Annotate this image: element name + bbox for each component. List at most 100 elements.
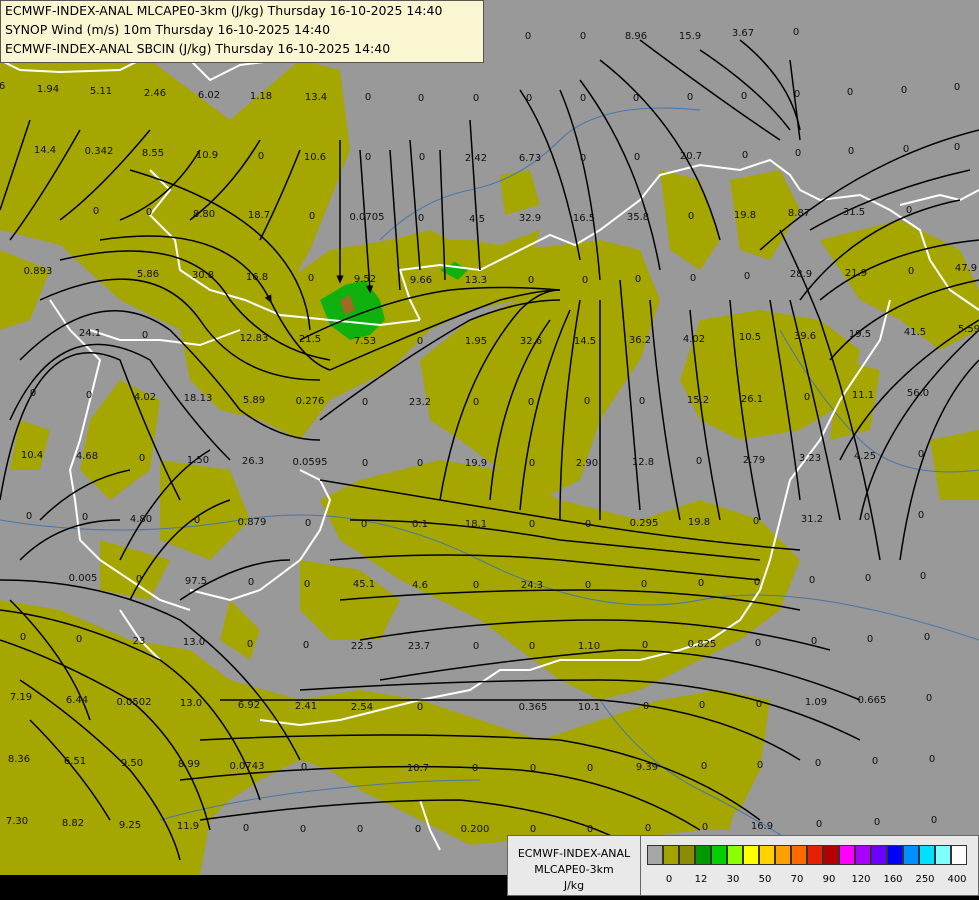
grid-value-label: 16.8 [246,272,268,283]
legend-swatch [679,845,695,865]
legend-swatch [823,845,839,865]
grid-value-label: 6.02 [198,90,220,101]
grid-value-label: 9.39 [636,762,658,773]
grid-value-label: 0 [699,700,705,711]
grid-value-label: 0 [258,151,264,162]
legend-tick-label: 30 [726,874,740,885]
grid-value-label: 0 [696,456,702,467]
grid-value-label: 23.2 [409,397,431,408]
grid-value-label: 56.0 [907,388,929,399]
grid-value-label: 0 [754,577,760,588]
grid-value-label: 14.4 [34,145,56,156]
grid-value-label: 0 [194,515,200,526]
grid-value-label: 4.5 [469,214,485,225]
grid-value-label: 0 [903,144,909,155]
legend-parameter: MLCAPE0-3km [534,863,614,876]
grid-value-label: 5.86 [137,269,159,280]
grid-value-label: 2.79 [743,455,765,466]
grid-value-label: 7.53 [354,336,376,347]
header-line-1: ECMWF-INDEX-ANAL MLCAPE0-3km (J/kg) Thur… [5,3,443,18]
grid-value-label: 0 [415,824,421,835]
grid-value-label: 0 [303,640,309,651]
grid-value-label: 0 [528,397,534,408]
grid-value-label: 0 [243,823,249,834]
grid-value-label: 0 [690,273,696,284]
grid-value-label: 0 [587,763,593,774]
grid-value-label: 15.2 [687,395,709,406]
grid-value-label: 0 [793,27,799,38]
grid-value-label: 0 [587,824,593,835]
grid-value-label: 0 [580,31,586,42]
legend-swatch [935,845,951,865]
grid-value-label: 0 [645,823,651,834]
grid-value-label: 0.295 [630,518,659,529]
legend-ticks: 0 12 30 50 70 90 120 160 250 400 [647,874,977,888]
legend-tick-label: 90 [822,874,836,885]
grid-value-label: 0 [300,824,306,835]
grid-value-label: 0 [417,336,423,347]
grid-value-label: 4.02 [134,392,156,403]
grid-value-label: 0.200 [461,824,490,835]
grid-value-label: 0 [365,152,371,163]
grid-value-label: 18.13 [184,393,213,404]
grid-value-label: 0 [906,205,912,216]
grid-value-label: 2.41 [295,701,317,712]
grid-value-label: 0 [757,760,763,771]
grid-value-label: 24.1 [79,328,101,339]
grid-value-label: 8.55 [142,148,164,159]
grid-value-label: 32.9 [519,213,541,224]
grid-value-label: 36.2 [629,335,651,346]
grid-value-label: 10.5 [739,332,761,343]
grid-value-label: 0.005 [69,573,98,584]
grid-value-label: 23.7 [408,641,430,652]
grid-value-label: 1.18 [250,91,272,102]
grid-value-label: 6 [0,81,5,92]
grid-value-label: 0 [26,511,32,522]
grid-value-label: 4.02 [683,334,705,345]
grid-value-label: 4.25 [854,451,876,462]
grid-value-label: 11.9 [177,821,199,832]
weather-map[interactable]: 0 0 0 0 0 0 0 0 0 0 8.96 15.9 3.67 0 1.94 5.11 2.46 6.02 1… [0,0,979,900]
grid-value-label: 10.9 [196,150,218,161]
grid-value-label: 0 [634,152,640,163]
grid-value-label: 18.1 [465,519,487,530]
legend-swatch [743,845,759,865]
grid-value-label: 0 [473,641,479,652]
grid-value-label: 0 [528,275,534,286]
grid-value-label: 19.9 [465,458,487,469]
grid-value-label: 0 [744,271,750,282]
header-line-2: SYNOP Wind (m/s) 10m Thursday 16-10-2025… [5,22,331,37]
grid-value-label: 0.0595 [293,457,328,468]
grid-value-label: 0 [146,207,152,218]
grid-value-label: 10.4 [21,450,43,461]
legend-swatch [711,845,727,865]
grid-value-label: 8.87 [788,208,810,219]
grid-value-label: 0 [642,640,648,651]
grid-value-label: 32.6 [520,336,542,347]
grid-value-label: 26.3 [242,456,264,467]
legend-tick-label: 400 [947,874,967,885]
grid-value-label: 0 [867,634,873,645]
grid-value-label: 0 [247,639,253,650]
grid-value-label: 0 [361,519,367,530]
grid-value-label: 0 [756,699,762,710]
grid-value-label: 0 [357,824,363,835]
grid-value-label: 0 [417,458,423,469]
legend-tick-label: 12 [694,874,708,885]
grid-value-label: 6.51 [64,756,86,767]
grid-value-label: 0 [698,578,704,589]
grid-value-label: 0 [811,636,817,647]
grid-value-label: 0 [582,275,588,286]
grid-value-label: 41.5 [904,327,926,338]
grid-value-label: 3.23 [799,453,821,464]
grid-value-label: 0 [529,458,535,469]
grid-value-label: 0 [847,87,853,98]
grid-value-label: 0 [816,819,822,830]
grid-value-label: 0 [864,512,870,523]
grid-value-label: 0.365 [519,702,548,713]
grid-value-label: 26.1 [741,394,763,405]
map-canvas: 0 0 0 0 0 0 0 0 0 0 8.96 15.9 3.67 0 1.94 5.11 2.46 6.02 1… [0,0,979,900]
grid-value-label: 0 [755,638,761,649]
legend-source: ECMWF-INDEX-ANAL [517,847,631,860]
grid-value-label: 14.5 [574,336,596,347]
